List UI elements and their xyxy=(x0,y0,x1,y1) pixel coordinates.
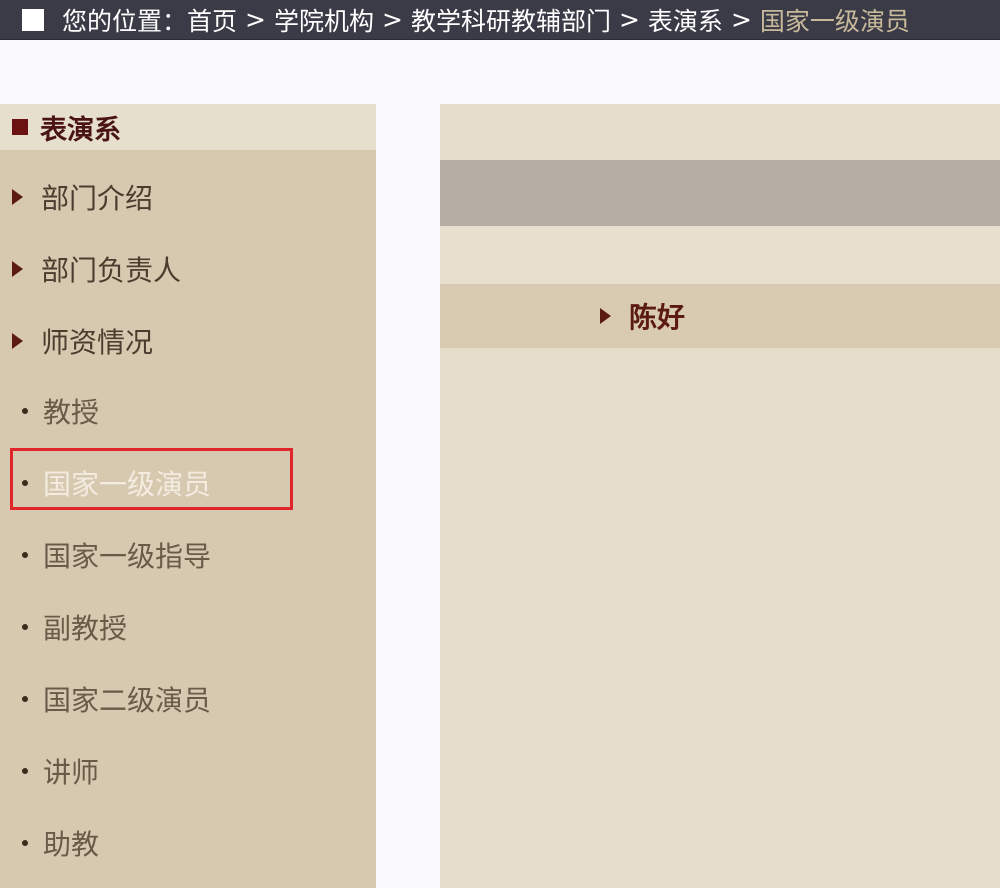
sidebar-title: 表演系 xyxy=(40,114,121,146)
person-name-link[interactable]: 陈好 xyxy=(629,296,685,336)
breadcrumb-separator: > xyxy=(730,5,752,34)
sidebar-subitem-teaching-assistant[interactable]: 助教 xyxy=(0,818,376,868)
triangle-right-icon xyxy=(12,333,23,349)
sidebar-item-department-intro[interactable]: 部门介绍 xyxy=(0,172,376,222)
sidebar-item-label: 部门负责人 xyxy=(41,254,182,287)
breadcrumb-link-performance[interactable]: 表演系 xyxy=(648,2,723,38)
sidebar-subitem-associate-professor[interactable]: 副教授 xyxy=(0,602,376,652)
bullet-dot-icon xyxy=(22,840,28,846)
sidebar-header: 表演系 xyxy=(0,104,376,150)
breadcrumb: 您的位置： 首页 > 学院机构 > 教学科研教辅部门 > 表演系 > 国家一级演… xyxy=(0,0,1000,40)
breadcrumb-separator: > xyxy=(382,5,403,34)
highlight-box xyxy=(10,448,293,510)
breadcrumb-separator: > xyxy=(618,5,640,34)
sidebar: 表演系 部门介绍 部门负责人 师资情况 教授 国家一级演员 国家一级指导 副教授… xyxy=(0,104,376,888)
breadcrumb-current: 国家一级演员 xyxy=(759,6,910,36)
main-body xyxy=(440,348,1000,888)
sidebar-item-label: 副教授 xyxy=(43,612,128,645)
main-content: 陈好 xyxy=(440,104,1000,888)
sidebar-item-label: 国家二级演员 xyxy=(43,684,212,717)
bullet-dot-icon xyxy=(22,408,28,414)
sidebar-item-label: 讲师 xyxy=(43,756,100,789)
square-bullet-icon xyxy=(12,119,28,135)
triangle-right-icon xyxy=(12,261,23,277)
triangle-right-icon xyxy=(12,189,23,205)
sidebar-item-label: 师资情况 xyxy=(41,326,154,359)
breadcrumb-link-departments[interactable]: 教学科研教辅部门 xyxy=(411,2,611,38)
sidebar-item-faculty[interactable]: 师资情况 xyxy=(0,316,376,366)
sidebar-subitem-national-second-class-actor[interactable]: 国家二级演员 xyxy=(0,674,376,724)
bullet-dot-icon xyxy=(22,768,28,774)
sidebar-item-label: 部门介绍 xyxy=(41,182,154,215)
breadcrumb-prefix: 您的位置： xyxy=(62,6,188,36)
bullet-dot-icon xyxy=(22,624,28,630)
sidebar-subitem-national-first-class-director[interactable]: 国家一级指导 xyxy=(0,530,376,580)
sidebar-item-department-head[interactable]: 部门负责人 xyxy=(0,244,376,294)
breadcrumb-link-institutions[interactable]: 学院机构 xyxy=(274,2,374,38)
bullet-dot-icon xyxy=(22,696,28,702)
sidebar-subitem-professor[interactable]: 教授 xyxy=(0,386,376,436)
breadcrumb-square-icon xyxy=(22,8,44,31)
sidebar-item-label: 教授 xyxy=(43,396,100,429)
breadcrumb-separator: > xyxy=(245,5,266,34)
sidebar-item-label: 国家一级指导 xyxy=(43,540,212,573)
main-title-bar xyxy=(440,160,1000,226)
sidebar-item-label: 助教 xyxy=(43,828,100,861)
bullet-dot-icon xyxy=(22,552,28,558)
breadcrumb-link-home[interactable]: 首页 xyxy=(187,2,237,38)
sidebar-subitem-lecturer[interactable]: 讲师 xyxy=(0,746,376,796)
main-spacer xyxy=(440,226,1000,284)
main-top-bar xyxy=(440,104,1000,160)
triangle-right-icon xyxy=(600,308,611,324)
list-item[interactable]: 陈好 xyxy=(440,284,1000,348)
